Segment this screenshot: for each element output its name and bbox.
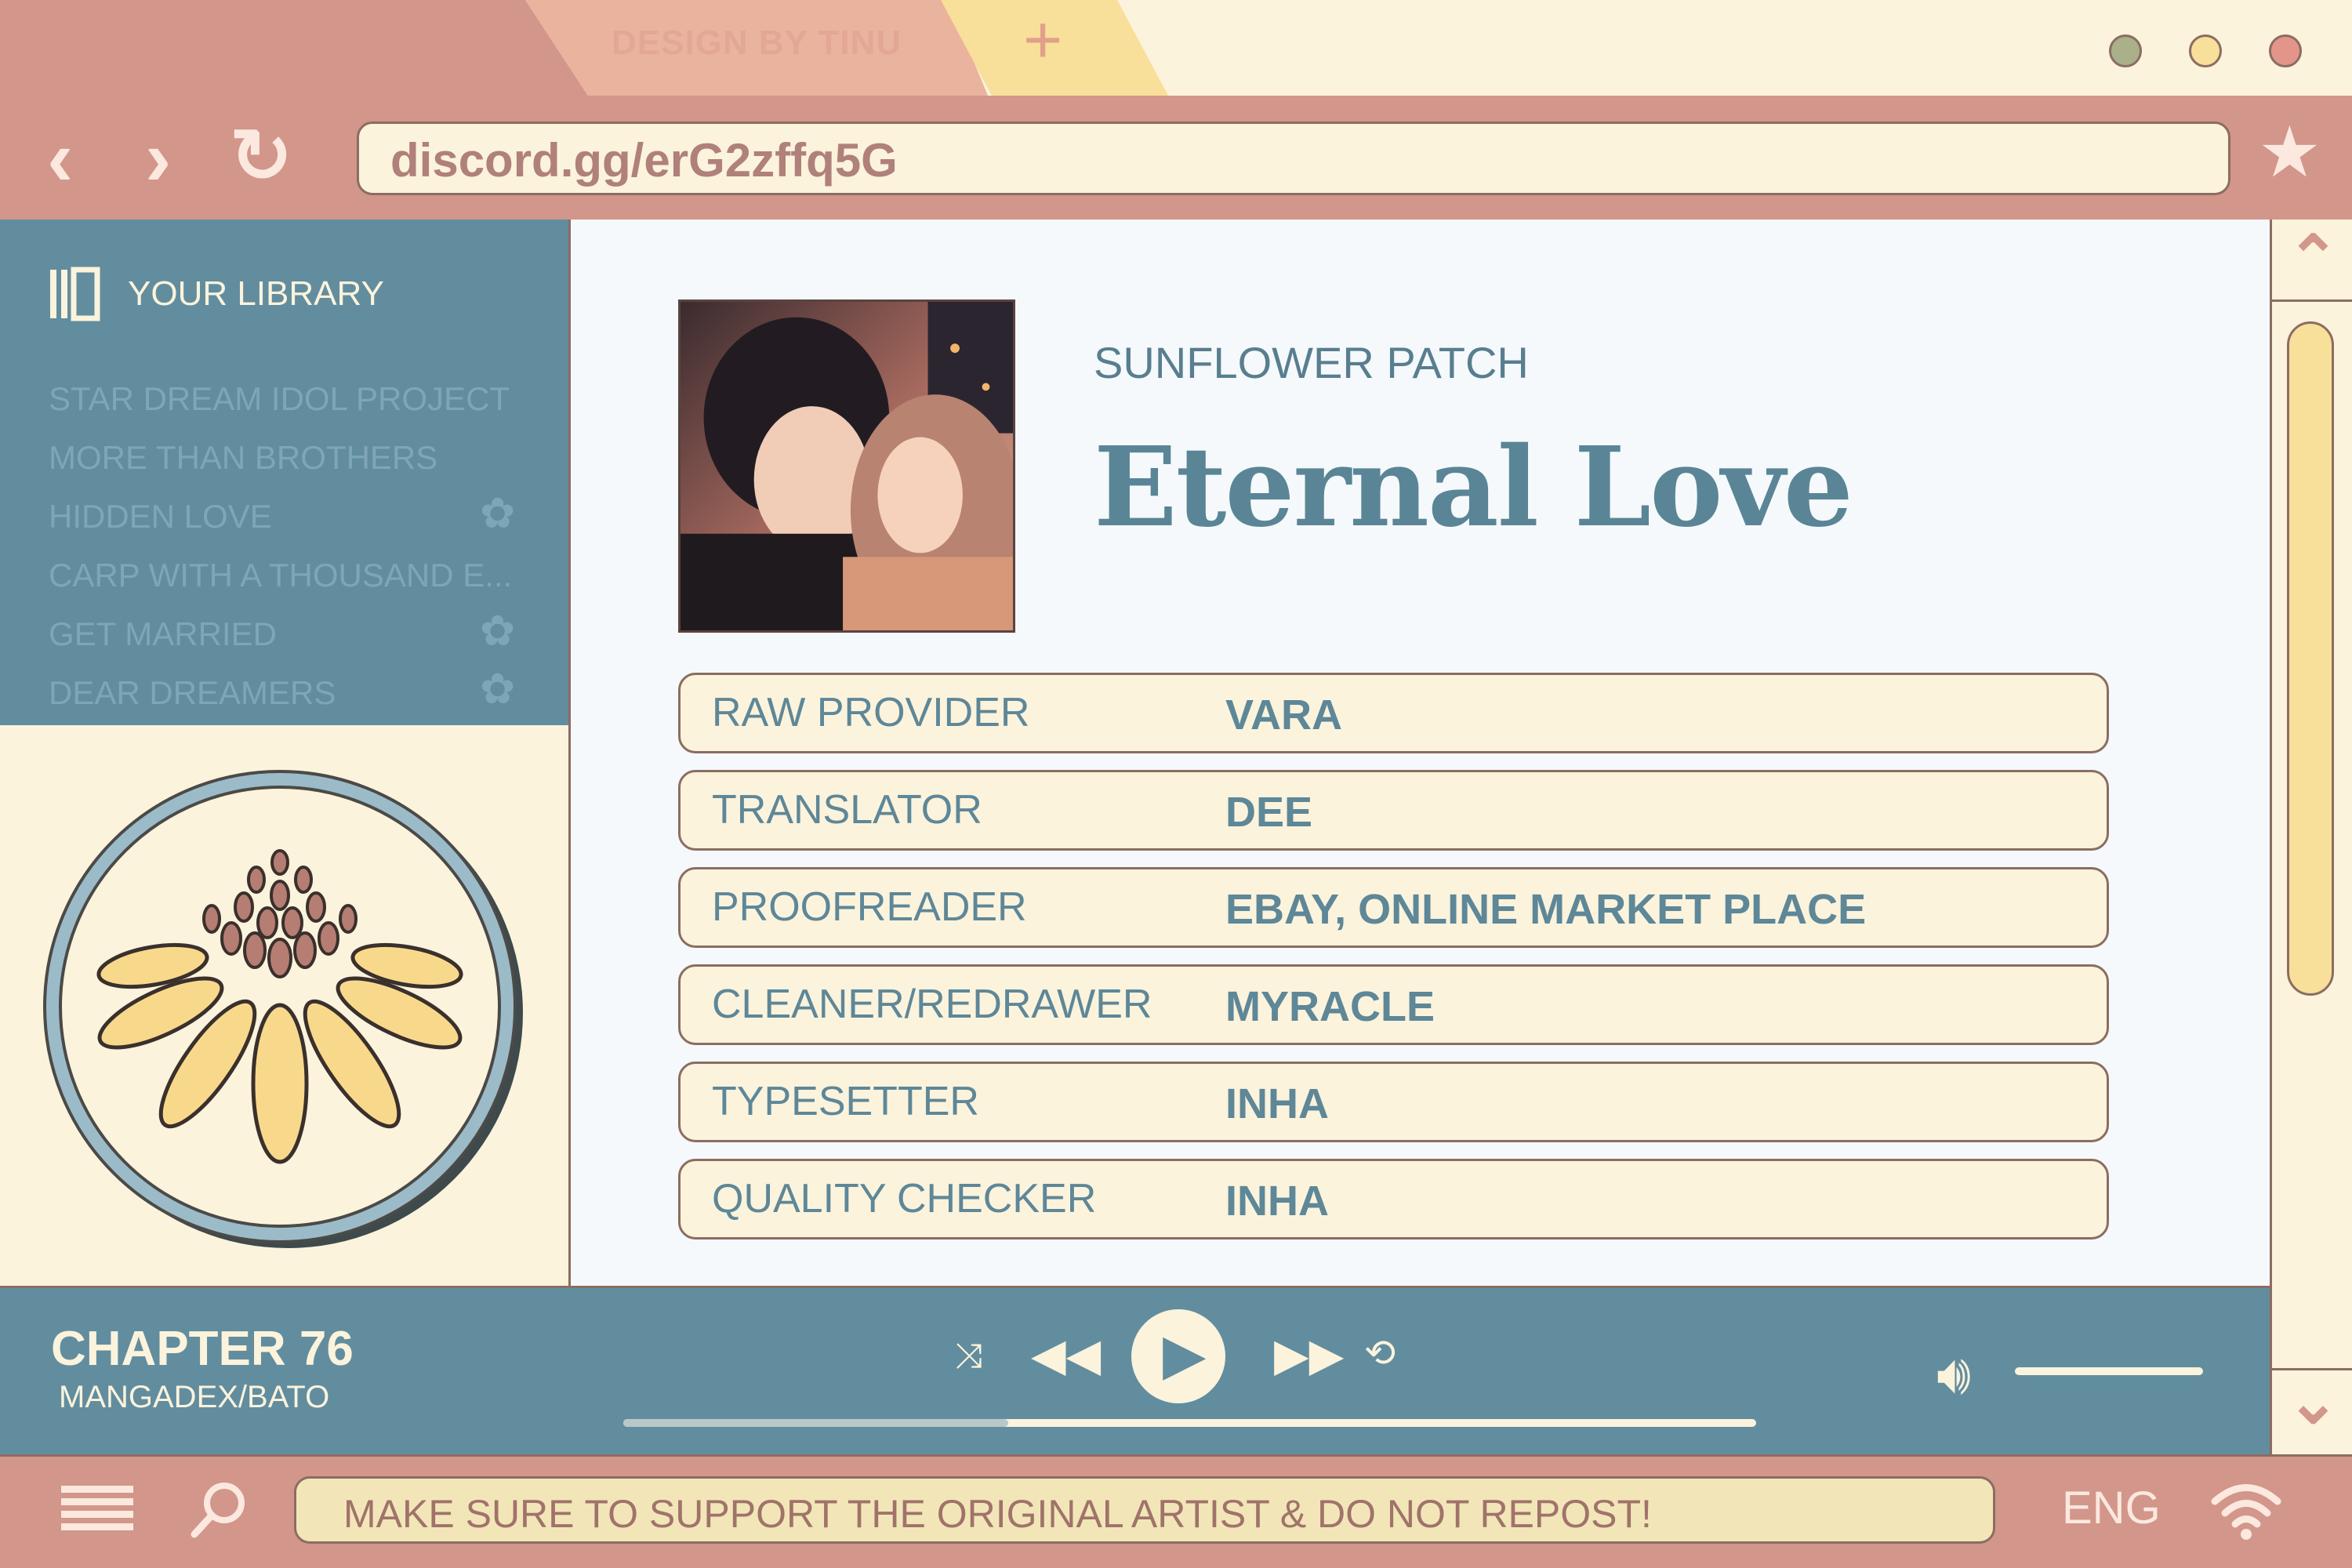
- credit-role: QUALITY CHECKER: [712, 1176, 1097, 1221]
- window-dot-green[interactable]: [2109, 34, 2142, 67]
- address-bar[interactable]: discord.gg/erG2zffq5G: [357, 122, 2230, 195]
- fast-forward-icon[interactable]: ▶▶: [1274, 1333, 1344, 1378]
- rewind-icon[interactable]: ◀◀: [1031, 1333, 1101, 1378]
- tab-design[interactable]: DESIGN BY TINU: [525, 0, 988, 96]
- credit-role: CLEANER/REDRAWER: [712, 982, 1152, 1027]
- series-title: Eternal Love: [1094, 423, 1853, 552]
- credit-role: TRANSLATOR: [712, 787, 982, 833]
- volume-icon[interactable]: 🔊︎: [1936, 1347, 1971, 1402]
- credit-row: TRANSLATOR DEE: [678, 770, 2109, 851]
- shuffle-icon[interactable]: ⤨: [955, 1339, 982, 1374]
- library-item[interactable]: HIDDEN LOVE: [49, 498, 272, 535]
- notice-text: MAKE SURE TO SUPPORT THE ORIGINAL ARTIST…: [343, 1492, 1652, 1536]
- library-title: YOUR LIBRARY: [128, 274, 384, 313]
- menu-icon[interactable]: [61, 1484, 133, 1531]
- forward-arrow-icon[interactable]: ›: [145, 119, 171, 198]
- window-dot-red[interactable]: [2269, 34, 2302, 67]
- library-item[interactable]: CARP WITH A THOUSAND E...: [49, 557, 512, 594]
- credit-name: DEE: [1225, 789, 1313, 836]
- bookmark-star-icon[interactable]: ★: [2258, 118, 2321, 188]
- play-button[interactable]: ▶: [1131, 1309, 1225, 1403]
- library-item[interactable]: MORE THAN BROTHERS: [49, 439, 437, 477]
- credit-name: INHA: [1225, 1178, 1329, 1225]
- credit-row: TYPESETTER INHA: [678, 1062, 2109, 1142]
- play-icon: ▶: [1163, 1323, 1207, 1386]
- repeat-icon[interactable]: ⟲: [1364, 1335, 1396, 1373]
- flower-icon: ✿: [480, 608, 516, 655]
- library-item[interactable]: STAR DREAM IDOL PROJECT: [49, 380, 510, 418]
- back-arrow-icon[interactable]: ‹: [47, 119, 73, 198]
- window-dot-yellow[interactable]: [2189, 34, 2222, 67]
- scroll-down-button[interactable]: ⌄: [2270, 1368, 2352, 1450]
- library-item[interactable]: DEAR DREAMERS: [49, 674, 336, 712]
- library-icon: [50, 267, 100, 321]
- chevron-up-icon: ⌃: [2287, 223, 2340, 293]
- credit-role: RAW PROVIDER: [712, 690, 1030, 735]
- plus-icon: +: [1023, 2, 1063, 78]
- chapter-label: CHAPTER 76: [51, 1322, 354, 1376]
- flower-icon: ✿: [480, 666, 516, 713]
- volume-slider[interactable]: [2015, 1367, 2203, 1375]
- source-label: MANGADEX/BATO: [59, 1380, 330, 1414]
- wifi-icon[interactable]: [2211, 1478, 2281, 1541]
- group-name: SUNFLOWER PATCH: [1094, 338, 1529, 387]
- cover-image: [678, 299, 1015, 633]
- credit-role: PROOFREADER: [712, 884, 1027, 930]
- scroll-up-button[interactable]: ⌃: [2270, 220, 2352, 302]
- tab-design-label: DESIGN BY TINU: [612, 24, 902, 62]
- credit-name: MYRACLE: [1225, 983, 1435, 1030]
- library-item[interactable]: GET MARRIED: [49, 615, 277, 653]
- chevron-down-icon: ⌄: [2287, 1367, 2340, 1436]
- search-icon[interactable]: [188, 1478, 251, 1541]
- credit-role: TYPESETTER: [712, 1079, 979, 1124]
- sunflower-logo-icon: [43, 770, 523, 1248]
- credit-row: CLEANER/REDRAWER MYRACLE: [678, 964, 2109, 1045]
- notice-bar: MAKE SURE TO SUPPORT THE ORIGINAL ARTIST…: [294, 1476, 1995, 1544]
- language-indicator[interactable]: ENG: [2062, 1482, 2161, 1534]
- credit-name: INHA: [1225, 1080, 1329, 1127]
- reload-icon[interactable]: ↻: [230, 119, 292, 194]
- url-text: discord.gg/erG2zffq5G: [390, 134, 898, 187]
- scrollbar-thumb[interactable]: [2287, 321, 2334, 996]
- credit-row: PROOFREADER EBAY, ONLINE MARKET PLACE: [678, 867, 2109, 948]
- flower-icon: ✿: [480, 490, 516, 537]
- credit-name: VARA: [1225, 691, 1343, 739]
- credit-name: EBAY, ONLINE MARKET PLACE: [1225, 886, 1867, 933]
- credit-row: QUALITY CHECKER INHA: [678, 1159, 2109, 1240]
- credit-row: RAW PROVIDER VARA: [678, 673, 2109, 753]
- progress-fill: [623, 1419, 1009, 1427]
